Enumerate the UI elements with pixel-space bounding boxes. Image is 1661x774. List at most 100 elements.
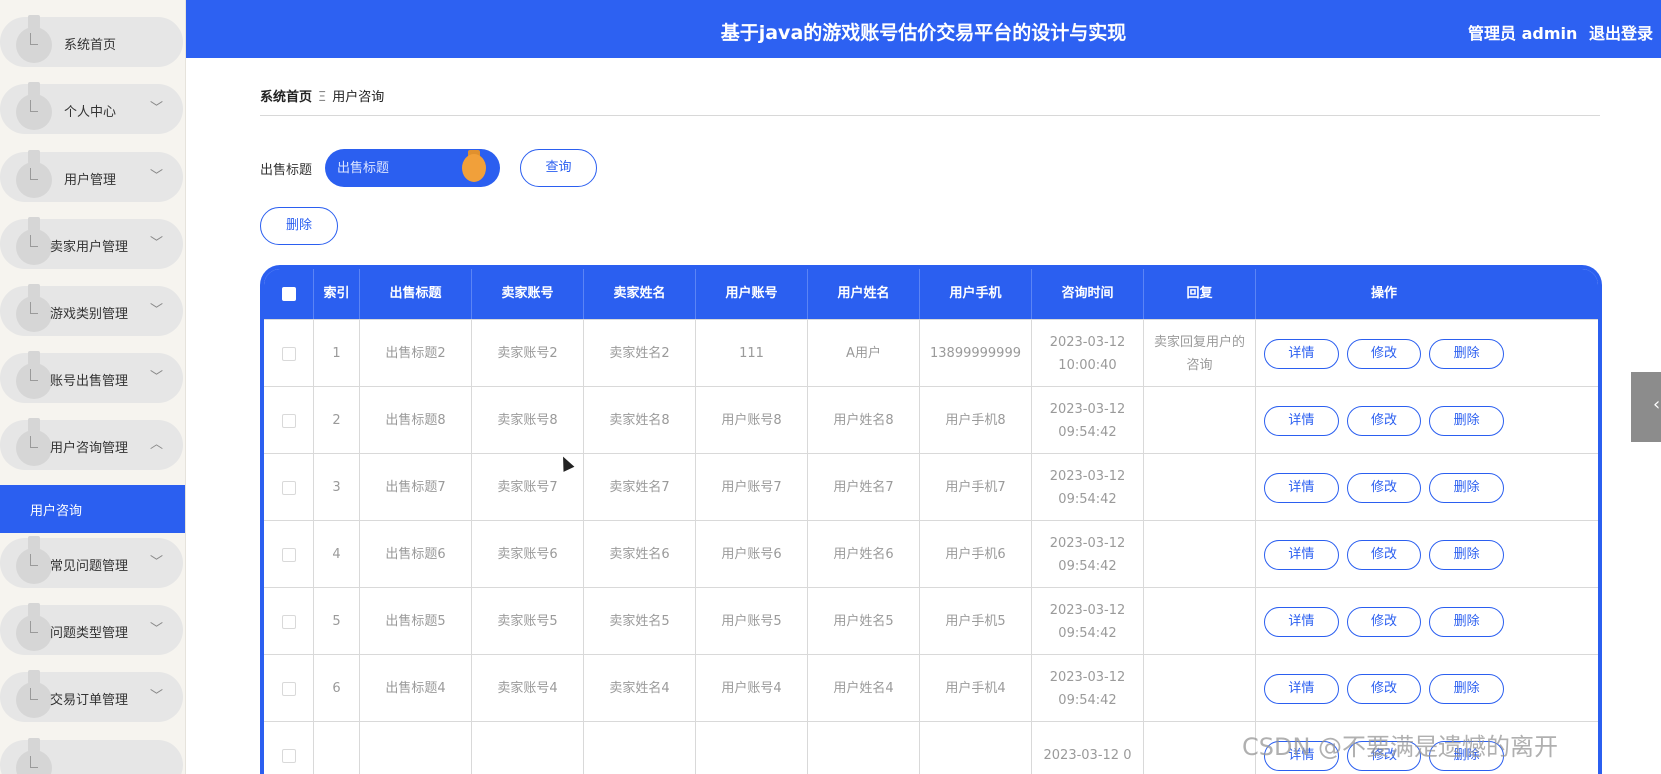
sidebar-item-label: 系统首页 xyxy=(64,38,117,53)
reply-cell xyxy=(1143,521,1255,588)
seller-name-cell: 卖家姓名7 xyxy=(583,454,695,521)
user-account-cell: 用户账号4 xyxy=(695,655,807,722)
time-header: 咨询时间 xyxy=(1031,269,1143,319)
menu-knob-icon xyxy=(16,82,52,132)
row-checkbox[interactable] xyxy=(281,748,296,763)
title-cell xyxy=(359,722,471,774)
time-cell: 2023-03-12 09:54:42 xyxy=(1031,588,1143,655)
sidebar-item[interactable]: 账号出售管理 ﹀ xyxy=(0,351,183,403)
detail-button[interactable]: 详情 xyxy=(1264,338,1339,369)
row-checkbox-cell xyxy=(264,722,313,774)
row-checkbox-cell xyxy=(264,655,313,722)
row-checkbox[interactable] xyxy=(281,547,296,562)
user-account-header: 用户账号 xyxy=(695,269,807,319)
edit-button[interactable]: 修改 xyxy=(1346,539,1422,570)
detail-button[interactable]: 详情 xyxy=(1264,405,1339,436)
row-checkbox[interactable] xyxy=(281,480,296,495)
time-cell: 2023-03-12 09:54:42 xyxy=(1031,454,1143,521)
time-cell: 2023-03-12 09:54:42 xyxy=(1031,655,1143,722)
row-delete-button[interactable]: 删除 xyxy=(1429,673,1505,704)
title-cell: 出售标题8 xyxy=(359,387,471,454)
index-cell: 3 xyxy=(313,454,359,521)
sidebar-item-label: 个人中心 xyxy=(64,105,117,120)
seller-account-cell: 卖家账号4 xyxy=(471,655,583,722)
sidebar-item[interactable]: 系统首页 xyxy=(0,15,183,67)
seller-account-cell: 卖家账号6 xyxy=(471,521,583,588)
chevron-down-icon: ﹀ xyxy=(150,370,164,385)
header: 基于java的游戏账号估价交易平台的设计与实现 管理员 admin 退出登录 xyxy=(186,0,1661,58)
menu-knob-icon xyxy=(16,284,52,334)
detail-button[interactable]: 详情 xyxy=(1264,606,1339,637)
sidebar-item[interactable] xyxy=(0,738,183,774)
breadcrumb-separator-icon: Ξ xyxy=(318,90,327,105)
row-delete-button[interactable]: 删除 xyxy=(1429,472,1505,503)
detail-button[interactable]: 详情 xyxy=(1264,472,1339,503)
query-button[interactable]: 查询 xyxy=(520,149,597,187)
row-checkbox[interactable] xyxy=(281,681,296,696)
sidebar-item[interactable]: 个人中心 ﹀ xyxy=(0,82,183,134)
sidebar-item[interactable]: 问题类型管理 ﹀ xyxy=(0,603,183,655)
sidebar-item[interactable]: 用户管理 ﹀ xyxy=(0,150,183,202)
table-row: 5 出售标题5 卖家账号5 卖家姓名5 用户账号5 用户姓名5 用户手机5 2023-03-1… xyxy=(264,587,1598,655)
sidebar-item-label: 卖家用户管理 xyxy=(50,240,129,255)
edit-button[interactable]: 修改 xyxy=(1346,606,1422,637)
time-cell: 2023-03-12 09:54:42 xyxy=(1031,521,1143,588)
seller-name-cell: 卖家姓名5 xyxy=(583,588,695,655)
row-checkbox-cell xyxy=(264,320,313,387)
actions-header: 操作 xyxy=(1255,269,1512,319)
sidebar-item-label: 用户管理 xyxy=(64,173,117,188)
reply-cell xyxy=(1143,722,1255,774)
menu-knob-icon xyxy=(16,150,52,200)
row-checkbox[interactable] xyxy=(281,413,296,428)
seller-account-cell xyxy=(471,722,583,774)
data-table: 索引 出售标题 卖家账号 卖家姓名 用户账号 用户姓名 用户手机 咨询时间 回复 操作 1 出售标题… xyxy=(260,265,1602,774)
chevron-left-icon: ‹ xyxy=(1653,394,1661,415)
sidebar-subitem-user-consult[interactable]: 用户咨询 xyxy=(0,485,185,533)
menu-knob-icon xyxy=(16,738,52,774)
seller-name-cell: 卖家姓名8 xyxy=(583,387,695,454)
sidebar-item[interactable]: 用户咨询管理 ︿ xyxy=(0,418,183,470)
sidebar-item[interactable]: 游戏类别管理 ﹀ xyxy=(0,284,183,336)
seller-name-cell: 卖家姓名6 xyxy=(583,521,695,588)
row-delete-button[interactable]: 删除 xyxy=(1429,539,1505,570)
sidebar-item-label: 游戏类别管理 xyxy=(50,307,129,322)
chevron-down-icon: ﹀ xyxy=(150,101,164,116)
logout-link[interactable]: 退出登录 xyxy=(1589,24,1653,43)
row-checkbox[interactable] xyxy=(281,346,296,361)
user-name-cell: 用户姓名7 xyxy=(807,454,919,521)
sidebar-item[interactable]: 卖家用户管理 ﹀ xyxy=(0,217,183,269)
row-delete-button[interactable]: 删除 xyxy=(1429,606,1505,637)
detail-button[interactable]: 详情 xyxy=(1264,673,1339,704)
row-delete-button[interactable]: 删除 xyxy=(1429,338,1505,369)
breadcrumb-current: 用户咨询 xyxy=(332,90,385,105)
menu-knob-icon xyxy=(16,15,52,65)
delete-button[interactable]: 删除 xyxy=(260,207,338,245)
index-cell: 6 xyxy=(313,655,359,722)
title-header: 出售标题 xyxy=(359,269,471,319)
reply-cell xyxy=(1143,655,1255,722)
user-account-cell: 111 xyxy=(695,320,807,387)
chevron-down-icon: ﹀ xyxy=(150,169,164,184)
reply-cell xyxy=(1143,588,1255,655)
sidebar-item[interactable]: 常见问题管理 ﹀ xyxy=(0,536,183,588)
edit-button[interactable]: 修改 xyxy=(1346,405,1422,436)
select-all-checkbox[interactable] xyxy=(282,287,296,301)
edit-button[interactable]: 修改 xyxy=(1346,673,1422,704)
chevron-down-icon: ﹀ xyxy=(150,555,164,570)
edit-button[interactable]: 修改 xyxy=(1346,472,1422,503)
table-row: 1 出售标题2 卖家账号2 卖家姓名2 111 A用户 13899999999 2023-03… xyxy=(264,319,1598,387)
actions-cell: 详情 修改 删除 xyxy=(1255,521,1512,588)
user-phone-cell: 用户手机8 xyxy=(919,387,1031,454)
row-delete-button[interactable]: 删除 xyxy=(1429,405,1505,436)
breadcrumb-home[interactable]: 系统首页 xyxy=(260,90,312,105)
sidebar-item[interactable]: 交易订单管理 ﹀ xyxy=(0,670,183,722)
row-checkbox[interactable] xyxy=(281,614,296,629)
detail-button[interactable]: 详情 xyxy=(1264,539,1339,570)
row-checkbox-cell xyxy=(264,387,313,454)
edit-button[interactable]: 修改 xyxy=(1346,338,1422,369)
menu-knob-icon xyxy=(16,536,52,586)
user-name-cell: 用户姓名5 xyxy=(807,588,919,655)
seller-account-cell: 卖家账号8 xyxy=(471,387,583,454)
collapse-tab[interactable]: ‹ xyxy=(1631,372,1661,442)
actions-cell: 详情 修改 删除 xyxy=(1255,454,1512,521)
